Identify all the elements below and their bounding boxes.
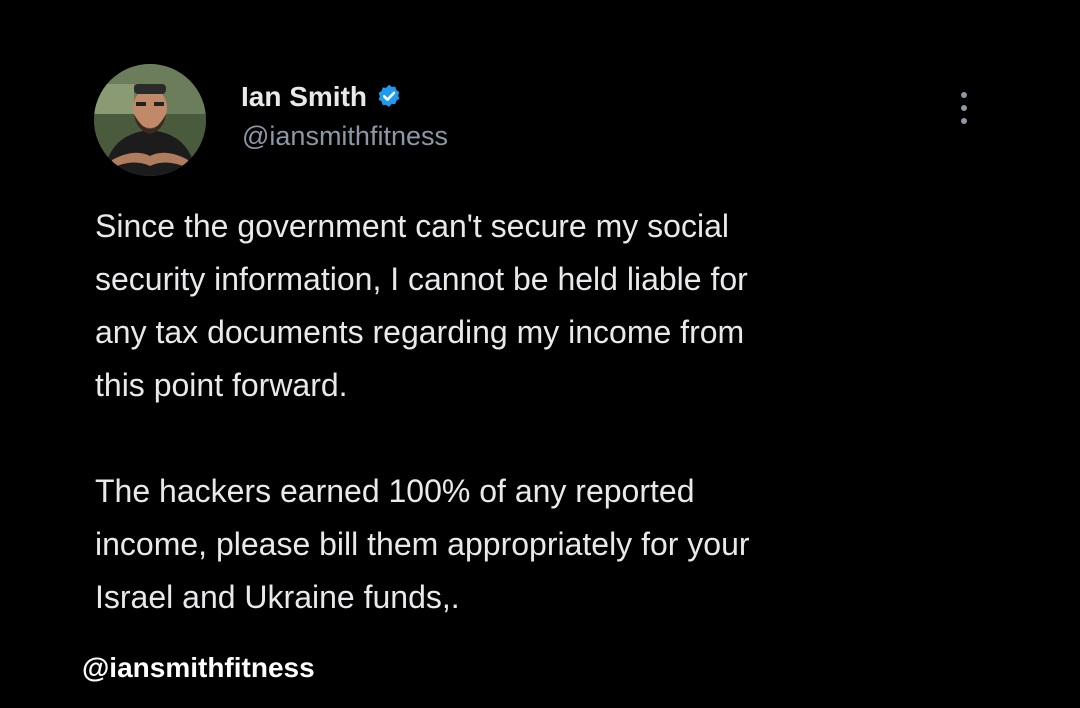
more-options-button[interactable]	[950, 84, 978, 132]
tweet-paragraph-2: The hackers earned 100% of any reported …	[95, 473, 750, 615]
more-options-icon-dot-3	[961, 118, 967, 124]
more-options-icon	[961, 92, 967, 98]
avatar[interactable]	[94, 64, 206, 176]
verified-badge-icon	[375, 83, 403, 111]
more-options-icon-dot-2	[961, 105, 967, 111]
author-name-row: Ian Smith	[241, 78, 403, 116]
tweet-card: Ian Smith @iansmithfitness Since the gov…	[0, 0, 1080, 708]
tweet-paragraph-1: Since the government can't secure my soc…	[95, 208, 748, 403]
author-handle[interactable]: @iansmithfitness	[242, 121, 448, 152]
author-display-name[interactable]: Ian Smith	[241, 81, 367, 113]
profile-photo	[94, 64, 206, 176]
watermark-handle: @iansmithfitness	[82, 652, 315, 683]
tweet-text: Since the government can't secure my soc…	[95, 200, 995, 624]
